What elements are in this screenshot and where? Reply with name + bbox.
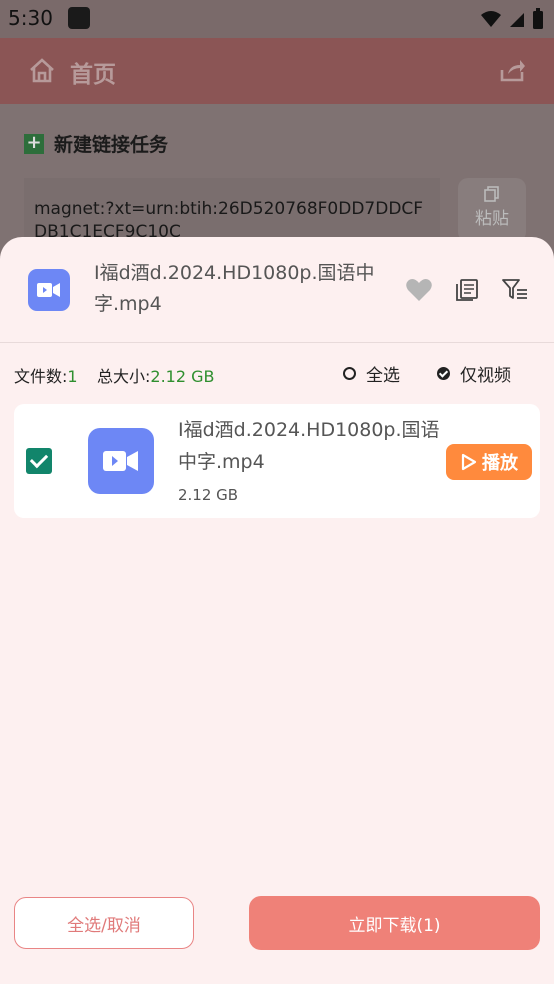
sheet-header: I福d酒d.2024.HD1080p.国语中字.mp4 (0, 237, 554, 343)
task-title: 新建链接任务 (54, 134, 169, 156)
file-size: 2.12 GB (178, 486, 239, 504)
video-file-icon (28, 269, 70, 311)
paste-icon (484, 186, 499, 202)
home-icon[interactable] (28, 56, 56, 84)
wifi-icon (481, 11, 501, 27)
play-icon (461, 453, 477, 471)
stats-row: 文件数:1 总大小:2.12 GB 全选 仅视频 (0, 359, 554, 389)
status-icons (480, 8, 544, 30)
file-count: 文件数:1 (14, 367, 78, 386)
app-bar: 首页 (0, 38, 554, 104)
app-title: 首页 (70, 62, 116, 88)
heart-icon[interactable] (405, 277, 433, 303)
paste-label: 粘贴 (475, 209, 509, 229)
radio-unchecked-icon (343, 367, 356, 380)
status-bar: 5:30 (0, 0, 554, 38)
plus-icon: + (24, 133, 44, 154)
copy-icon[interactable] (455, 278, 479, 302)
filter-icon[interactable] (502, 277, 528, 303)
battery-icon (533, 8, 543, 29)
select-all-option[interactable]: 全选 (343, 361, 400, 386)
download-button[interactable]: 立即下载(1) (249, 896, 540, 950)
video-file-icon (88, 428, 154, 494)
total-size: 总大小:2.12 GB (97, 367, 215, 386)
file-checkbox[interactable] (26, 448, 52, 474)
task-header: + 新建链接任务 (24, 130, 168, 157)
share-icon[interactable] (498, 56, 526, 84)
radio-checked-icon (437, 367, 450, 380)
file-name: I福d酒d.2024.HD1080p.国语中字.mp4 (178, 419, 440, 473)
file-selection-sheet: I福d酒d.2024.HD1080p.国语中字.mp4 文件数:1 总大小:2.… (0, 237, 554, 984)
header-filename: I福d酒d.2024.HD1080p.国语中字.mp4 (94, 262, 375, 315)
notification-icon (68, 7, 90, 29)
video-only-option[interactable]: 仅视频 (437, 361, 511, 386)
file-list-item[interactable]: I福d酒d.2024.HD1080p.国语中字.mp4 2.12 GB 播放 (14, 404, 540, 518)
play-button[interactable]: 播放 (446, 444, 532, 480)
signal-icon (510, 13, 524, 27)
paste-button[interactable]: 粘贴 (458, 178, 526, 242)
status-time: 5:30 (8, 6, 53, 30)
select-toggle-button[interactable]: 全选/取消 (14, 897, 194, 949)
